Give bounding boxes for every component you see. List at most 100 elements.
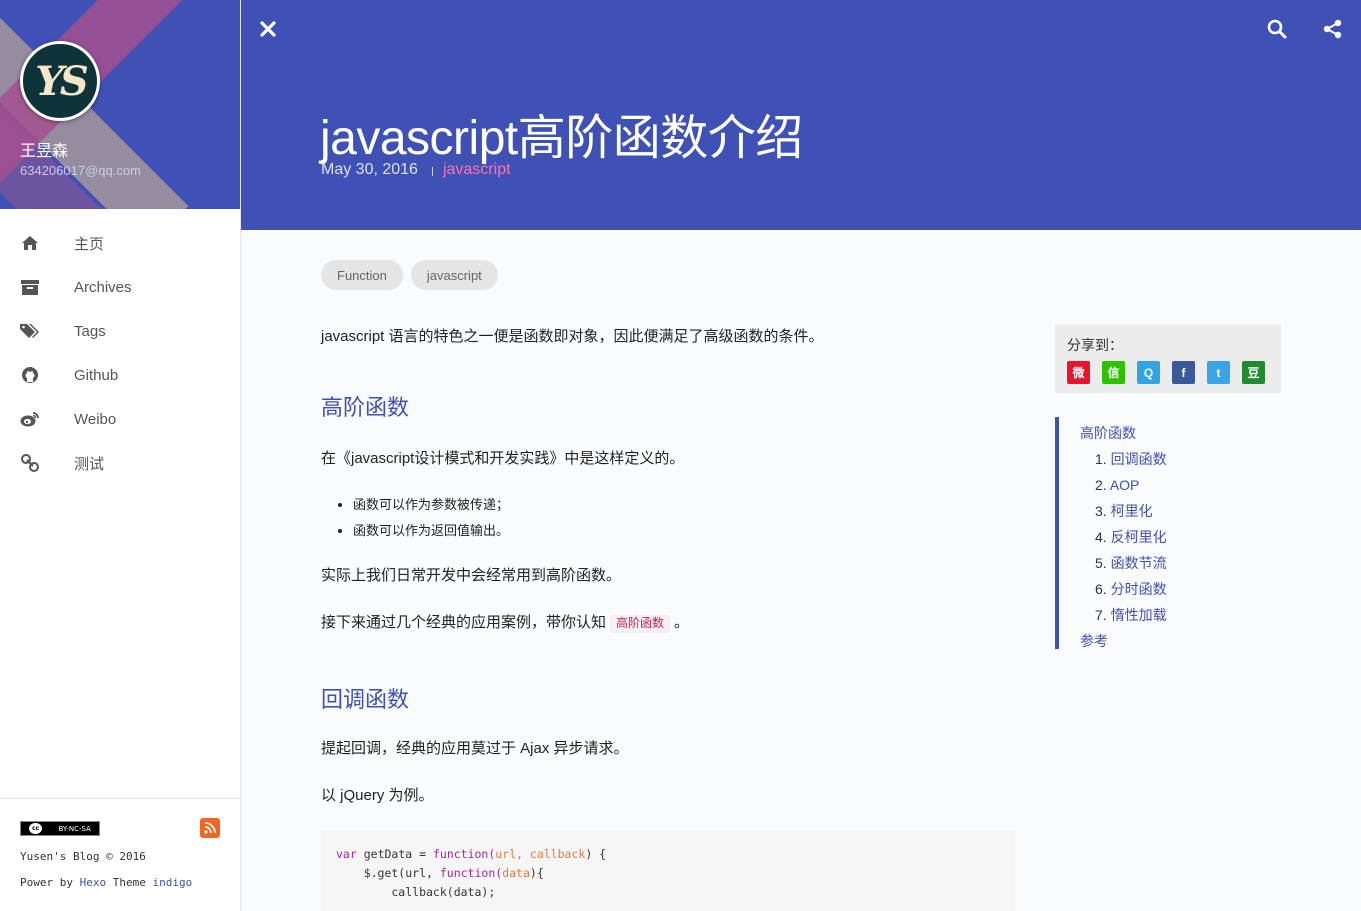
cc-icon: cc [29,823,43,834]
sidebar-item-weibo[interactable]: Weibo [0,397,240,441]
profile-name: 王昱森 [20,143,69,160]
sidebar-item-github[interactable]: Github [0,353,240,397]
post-meta: May 30, 2016 javascript [321,161,511,179]
section-heading: 回调函数 [321,687,410,712]
tag-list: Function javascript [321,260,1015,290]
powered-by: Power by Hexo Theme indigo [20,876,192,889]
table-of-contents: 高阶函数 1. 回调函数 2. AOP 3. 柯里化 4. 反柯里化 5. 函数… [1055,417,1281,649]
code-token: callback(data); [336,885,496,899]
paragraph: 接下来通过几个经典的应用案例，带你认知 高阶函数。 [321,612,1015,635]
article: Function javascript javascript 语言的特色之一便是… [321,230,1015,911]
sidebar-item-archives[interactable]: Archives [0,265,240,309]
toc-label: 反柯里化 [1110,529,1167,545]
toc-item[interactable]: 3. 柯里化 [1080,498,1281,524]
sidebar-item-tags[interactable]: Tags [0,309,240,353]
toc-item[interactable]: 4. 反柯里化 [1080,524,1281,550]
sidebar-item-label: Archives [74,278,132,296]
list-item: 函数可以作为参数被传递； [353,492,1015,518]
toc-number: 4. [1095,529,1107,545]
sidebar-item-home[interactable]: 主页 [0,221,240,265]
toc-label: 分时函数 [1110,581,1167,597]
text-span: 。 [674,614,690,631]
toc-number: 5. [1095,555,1107,571]
toc-item[interactable]: 6. 分时函数 [1080,576,1281,602]
twitter-share-icon[interactable]: t [1207,361,1230,384]
code-block: var getData = function(url, callback) { … [321,831,1015,911]
weibo-icon [20,409,40,429]
toc-number: 6. [1095,581,1107,597]
avatar[interactable]: YS [20,41,100,121]
toc-label: 柯里化 [1110,503,1153,519]
theme-link[interactable]: indigo [152,876,192,889]
code-token: ) { [585,847,607,861]
code-token: = [412,847,433,861]
github-icon [20,365,40,385]
toc-item[interactable]: 1. 回调函数 [1080,446,1281,472]
weibo-share-icon[interactable]: 微 [1067,361,1090,384]
post-title: javascript高阶函数介绍 [320,112,803,165]
share-icon[interactable] [1322,18,1344,40]
code-token: function [432,847,489,861]
section-heading: 高阶函数 [321,395,410,420]
share-title: 分享到： [1067,337,1123,353]
toc-label: 惰性加载 [1110,607,1167,623]
douban-share-icon[interactable]: 豆 [1242,361,1265,384]
toc-label: 回调函数 [1110,451,1167,467]
link-icon [20,453,40,473]
sidebar-nav: 主页 Archives Tags Github Weibo 测试 [0,209,240,485]
hexo-link[interactable]: Hexo [80,876,107,889]
code-token: var [336,847,357,861]
paragraph: 以 jQuery 为例。 [321,787,434,804]
toc-item[interactable]: 参考 [1080,628,1281,654]
toc-number: 7. [1095,607,1107,623]
post-category[interactable]: javascript [443,161,511,179]
sidebar-item-label: Github [74,366,119,384]
home-icon [20,233,40,253]
share-icons: 微 信 Q f t 豆 [1067,361,1265,384]
sidebar-item-label: Tags [74,322,106,340]
code-token: url, callback [495,847,586,861]
meta-divider [431,167,433,176]
paragraph: 在《javascript设计模式和开发实践》中是这样定义的。 [321,450,685,467]
toc-label: AOP [1109,477,1140,493]
toc-item[interactable]: 高阶函数 [1080,420,1281,446]
paragraph: 提起回调，经典的应用莫过于 Ajax 异步请求。 [321,740,629,757]
qq-share-icon[interactable]: Q [1137,361,1160,384]
facebook-share-icon[interactable]: f [1172,361,1195,384]
search-icon[interactable] [1266,18,1288,40]
code-token: $.get(url, [336,866,440,880]
sidebar-item-label: 测试 [74,455,105,473]
profile-email[interactable]: 634206017@qq.com [20,163,141,178]
code-token: data [502,866,530,880]
avatar-text: YS [35,57,88,105]
bullet-list: 函数可以作为参数被传递； 函数可以作为返回值输出。 [321,492,1015,544]
text-span: 接下来通过几个经典的应用案例，带你认知 [321,614,607,631]
toc-number: 1. [1095,451,1107,467]
inline-code: 高阶函数 [610,615,671,633]
toc-item[interactable]: 7. 惰性加载 [1080,602,1281,628]
wechat-share-icon[interactable]: 信 [1102,361,1125,384]
tag-chip[interactable]: Function [321,260,403,290]
license-text: BY-NC-SA [58,824,91,833]
sidebar-item-test[interactable]: 测试 [0,441,240,485]
paragraph: 实际上我们日常开发中会经常用到高阶函数。 [321,567,622,584]
toc-number: 2. [1095,477,1107,493]
toc-number: 3. [1095,503,1107,519]
profile-header: YS 王昱森 634206017@qq.com [0,0,240,209]
sidebar-item-label: Weibo [74,410,117,428]
archive-icon [20,277,40,297]
tags-icon [20,321,40,341]
sidebar-item-label: 主页 [74,235,105,253]
toc-item[interactable]: 2. AOP [1080,472,1281,498]
power-prefix: Power by [20,876,73,889]
share-box: 分享到： 微 信 Q f t 豆 [1055,325,1281,393]
close-icon[interactable] [257,18,279,40]
license-badge[interactable]: cc BY-NC-SA [20,821,100,836]
tag-chip[interactable]: javascript [410,260,498,290]
rss-icon[interactable] [200,818,220,838]
code-token: ){ [529,866,544,880]
article-intro: javascript 语言的特色之一便是函数即对象，因此便满足了高级函数的条件。 [321,328,824,345]
sidebar-footer: cc BY-NC-SA Yusen's Blog © 2016 Power by … [0,798,240,911]
list-item: 函数可以作为返回值输出。 [353,518,1015,544]
toc-item[interactable]: 5. 函数节流 [1080,550,1281,576]
